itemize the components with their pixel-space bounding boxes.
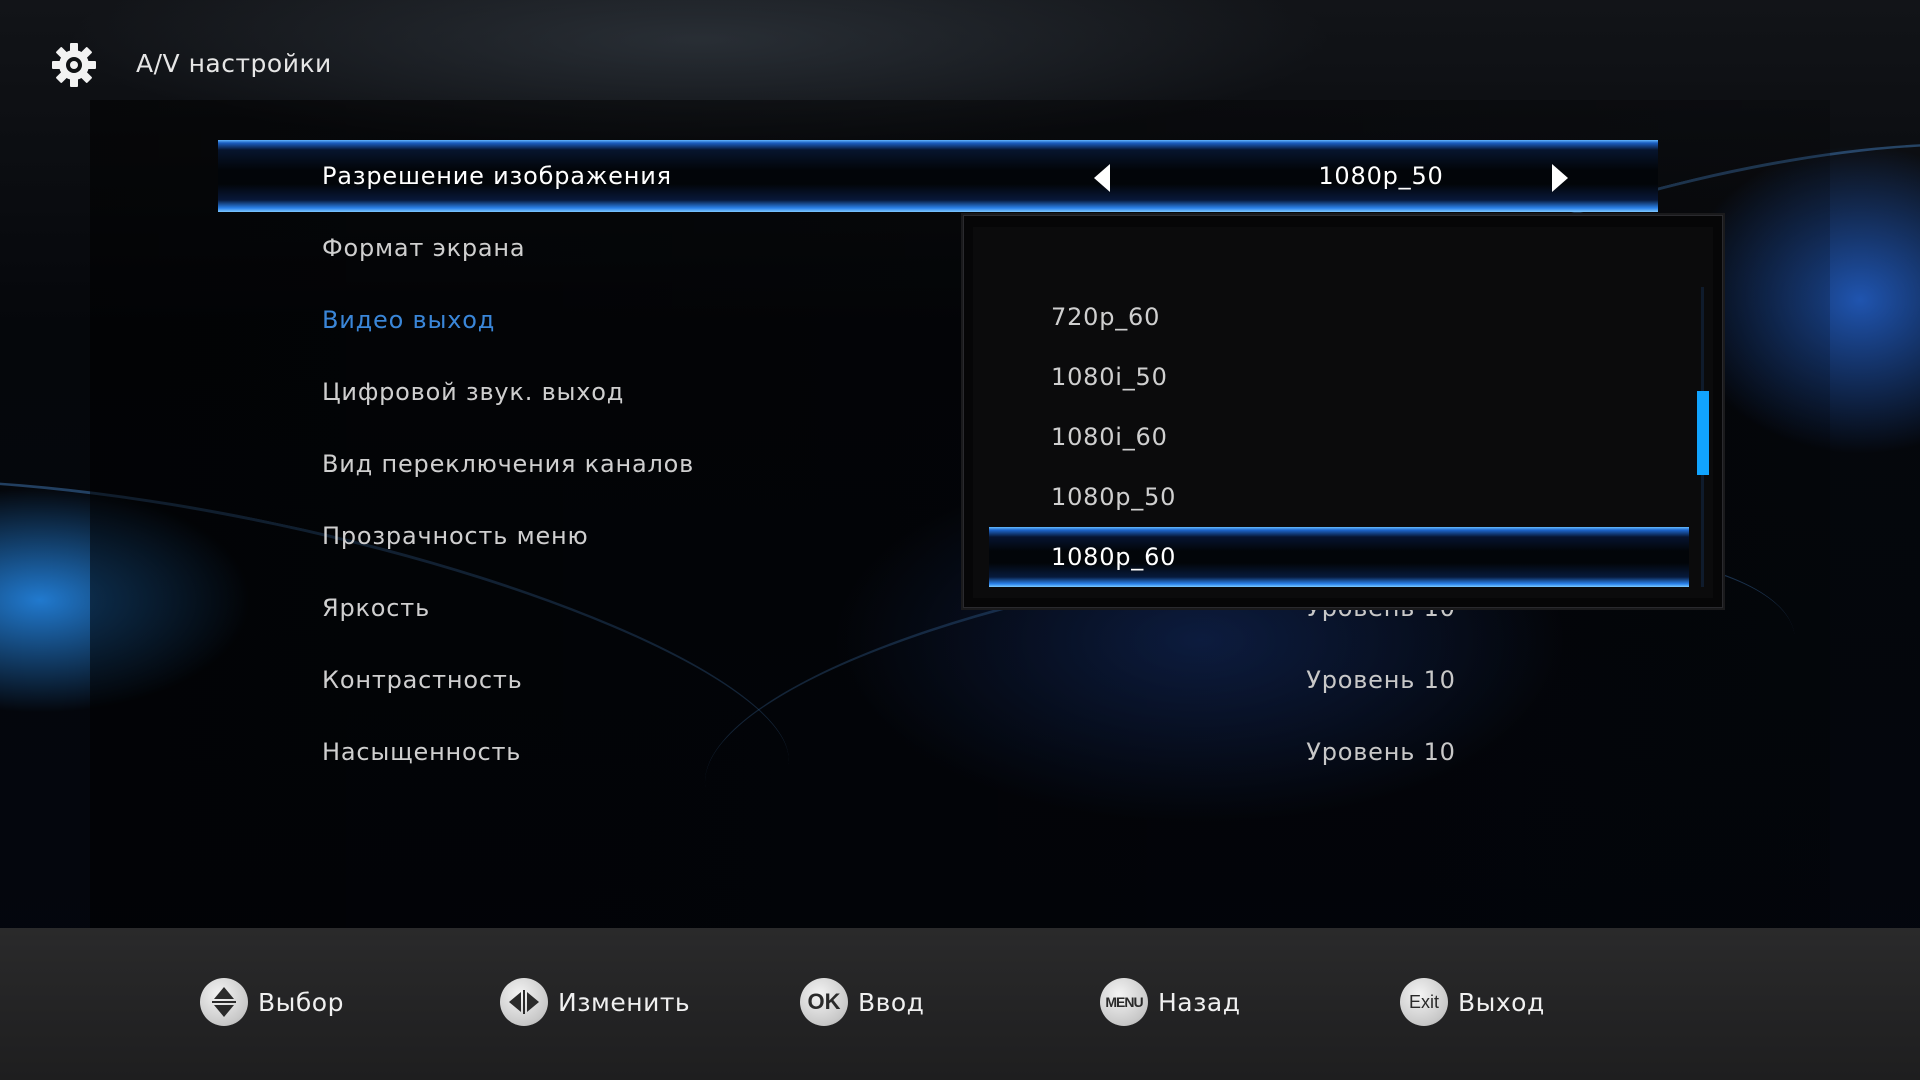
option-label: 1080p_50 bbox=[1051, 483, 1177, 511]
hint-label: Назад bbox=[1158, 988, 1241, 1017]
gear-icon bbox=[52, 43, 96, 87]
dropdown-option[interactable]: 1080i_50 bbox=[989, 347, 1689, 407]
menu-item-label: Прозрачность меню bbox=[322, 522, 589, 550]
menu-item-label: Видео выход bbox=[322, 306, 496, 334]
option-label: 1080p_60 bbox=[1051, 543, 1177, 571]
menu-item-saturation[interactable]: Насыщенность Уровень 10 bbox=[218, 716, 1658, 788]
contrast-value: Уровень 10 bbox=[1306, 666, 1456, 694]
menu-item-label: Вид переключения каналов bbox=[322, 450, 695, 478]
ok-key-icon: OK bbox=[800, 978, 848, 1026]
left-right-icon bbox=[500, 978, 548, 1026]
resolution-value: 1080p_50 bbox=[1318, 162, 1444, 190]
menu-item-contrast[interactable]: Контрастность Уровень 10 bbox=[218, 644, 1658, 716]
header: A/V настройки bbox=[0, 0, 1920, 100]
option-label: 1080i_60 bbox=[1051, 423, 1168, 451]
dropdown-option-selected[interactable]: 1080p_60 bbox=[989, 527, 1689, 587]
screen: A/V настройки Разрешение изображения 108… bbox=[0, 0, 1920, 1080]
footer-hints: Выбор Изменить OK Ввод MENU Назад Exit В… bbox=[0, 928, 1920, 1080]
hint-label: Ввод bbox=[858, 988, 925, 1017]
scrollbar-thumb[interactable] bbox=[1697, 391, 1709, 475]
hint-label: Изменить bbox=[558, 988, 691, 1017]
dropdown-option[interactable]: 1080p_50 bbox=[989, 467, 1689, 527]
page-title: A/V настройки bbox=[136, 49, 332, 78]
hint-label: Выход bbox=[1458, 988, 1545, 1017]
menu-item-label: Формат экрана bbox=[322, 234, 526, 262]
menu-item-label: Цифровой звук. выход bbox=[322, 378, 625, 406]
menu-item-label: Разрешение изображения bbox=[322, 162, 672, 190]
dropdown-list: 720p_60 1080i_50 1080i_60 1080p_50 1080p… bbox=[973, 227, 1713, 598]
menu-item-label: Яркость bbox=[322, 594, 431, 622]
menu-item-resolution[interactable]: Разрешение изображения 1080p_50 bbox=[218, 140, 1658, 212]
exit-key-icon: Exit bbox=[1400, 978, 1448, 1026]
saturation-value: Уровень 10 bbox=[1306, 738, 1456, 766]
option-label: 1080i_50 bbox=[1051, 363, 1168, 391]
menu-key-icon: MENU bbox=[1100, 978, 1148, 1026]
resolution-dropdown[interactable]: 720p_60 1080i_50 1080i_60 1080p_50 1080p… bbox=[961, 213, 1725, 610]
menu-item-label: Насыщенность bbox=[322, 738, 522, 766]
arrow-left-icon[interactable] bbox=[1094, 164, 1110, 192]
arrow-right-icon[interactable] bbox=[1552, 164, 1568, 192]
option-label: 720p_60 bbox=[1051, 303, 1161, 331]
menu-item-label: Контрастность bbox=[322, 666, 523, 694]
dropdown-option[interactable]: 1080i_60 bbox=[989, 407, 1689, 467]
hint-label: Выбор bbox=[258, 988, 344, 1017]
dropdown-option[interactable]: 720p_60 bbox=[989, 287, 1689, 347]
up-down-icon bbox=[200, 978, 248, 1026]
